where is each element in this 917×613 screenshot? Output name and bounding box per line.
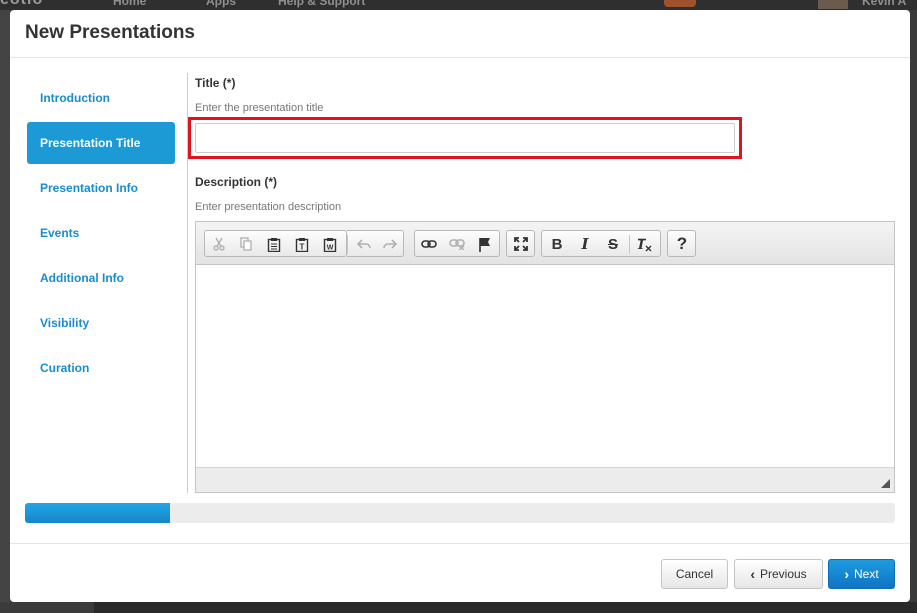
background-bottom xyxy=(0,602,917,613)
chevron-right-icon: › xyxy=(844,566,849,582)
nav-home: Home xyxy=(113,0,147,8)
title-help-text: Enter the presentation title xyxy=(195,102,324,114)
modal-footer: Cancel ‹ Previous › Next xyxy=(10,543,910,602)
step-presentation-title[interactable]: Presentation Title xyxy=(27,122,175,164)
wizard-progress-bar xyxy=(25,503,895,523)
wizard-steps-nav: Introduction Presentation Title Presenta… xyxy=(27,77,175,392)
bold-icon[interactable]: B xyxy=(546,234,568,254)
background-strip xyxy=(94,602,917,613)
svg-text:W: W xyxy=(327,244,334,251)
step-visibility[interactable]: Visibility xyxy=(27,302,175,344)
editor-footer xyxy=(196,467,894,492)
help-group: ? xyxy=(667,230,696,257)
clipboard-group: T W xyxy=(204,230,347,257)
cut-icon[interactable] xyxy=(208,234,230,254)
next-button[interactable]: › Next xyxy=(828,559,895,589)
new-presentation-modal: New Presentations Introduction Presentat… xyxy=(10,10,910,602)
description-label: Description (*) xyxy=(195,175,278,189)
paste-text-icon[interactable]: T xyxy=(291,234,313,254)
description-help-text: Enter presentation description xyxy=(195,201,342,213)
modal-header: New Presentations xyxy=(10,10,910,58)
previous-label: Previous xyxy=(759,567,807,581)
strikethrough-icon[interactable]: S xyxy=(602,234,624,254)
title-input[interactable] xyxy=(195,123,735,153)
redo-icon[interactable] xyxy=(379,234,401,254)
remove-format-icon[interactable]: I xyxy=(634,234,656,254)
toolbar-separator xyxy=(629,235,630,254)
background-topbar: eotio Home Apps Help & Support Kevin A xyxy=(0,0,917,10)
chevron-left-icon: ‹ xyxy=(750,566,755,582)
anchor-flag-icon[interactable] xyxy=(474,234,496,254)
unlink-icon[interactable] xyxy=(446,234,468,254)
step-presentation-info[interactable]: Presentation Info xyxy=(27,167,175,209)
progress-fill xyxy=(25,503,171,523)
paste-icon[interactable] xyxy=(263,234,285,254)
nav-help: Help & Support xyxy=(278,0,366,8)
title-label: Title (*) xyxy=(195,76,236,90)
modal-title: New Presentations xyxy=(25,22,195,43)
undo-icon[interactable] xyxy=(353,234,375,254)
undo-group xyxy=(347,230,404,257)
description-editor-area[interactable] xyxy=(196,266,894,467)
description-rich-text-editor: T W B I S I ? xyxy=(195,221,895,493)
maximize-icon[interactable] xyxy=(510,234,532,254)
step-additional-info[interactable]: Additional Info xyxy=(27,257,175,299)
user-avatar xyxy=(818,0,848,9)
italic-icon[interactable]: I xyxy=(574,234,596,254)
svg-text:T: T xyxy=(300,242,305,251)
next-label: Next xyxy=(853,567,879,581)
nav-apps: Apps xyxy=(206,0,236,8)
background-left xyxy=(0,10,10,613)
editor-toolbar: T W B I S I ? xyxy=(196,222,894,265)
toolbar-separator xyxy=(347,235,348,254)
link-group xyxy=(414,230,500,257)
cancel-label: Cancel xyxy=(675,567,714,581)
notification-badge xyxy=(664,0,696,7)
brand-logo: eotio xyxy=(0,0,43,9)
help-icon[interactable]: ? xyxy=(671,234,693,254)
link-icon[interactable] xyxy=(418,234,440,254)
resize-handle-icon[interactable] xyxy=(881,479,890,488)
format-group: B I S I xyxy=(541,230,661,257)
paste-from-word-icon[interactable]: W xyxy=(319,234,341,254)
step-curation[interactable]: Curation xyxy=(27,347,175,389)
step-introduction[interactable]: Introduction xyxy=(27,77,175,119)
user-name: Kevin A xyxy=(862,0,907,8)
cancel-button[interactable]: Cancel xyxy=(661,559,728,589)
maximize-group xyxy=(506,230,535,257)
previous-button[interactable]: ‹ Previous xyxy=(734,559,823,589)
copy-icon[interactable] xyxy=(235,234,257,254)
step-events[interactable]: Events xyxy=(27,212,175,254)
